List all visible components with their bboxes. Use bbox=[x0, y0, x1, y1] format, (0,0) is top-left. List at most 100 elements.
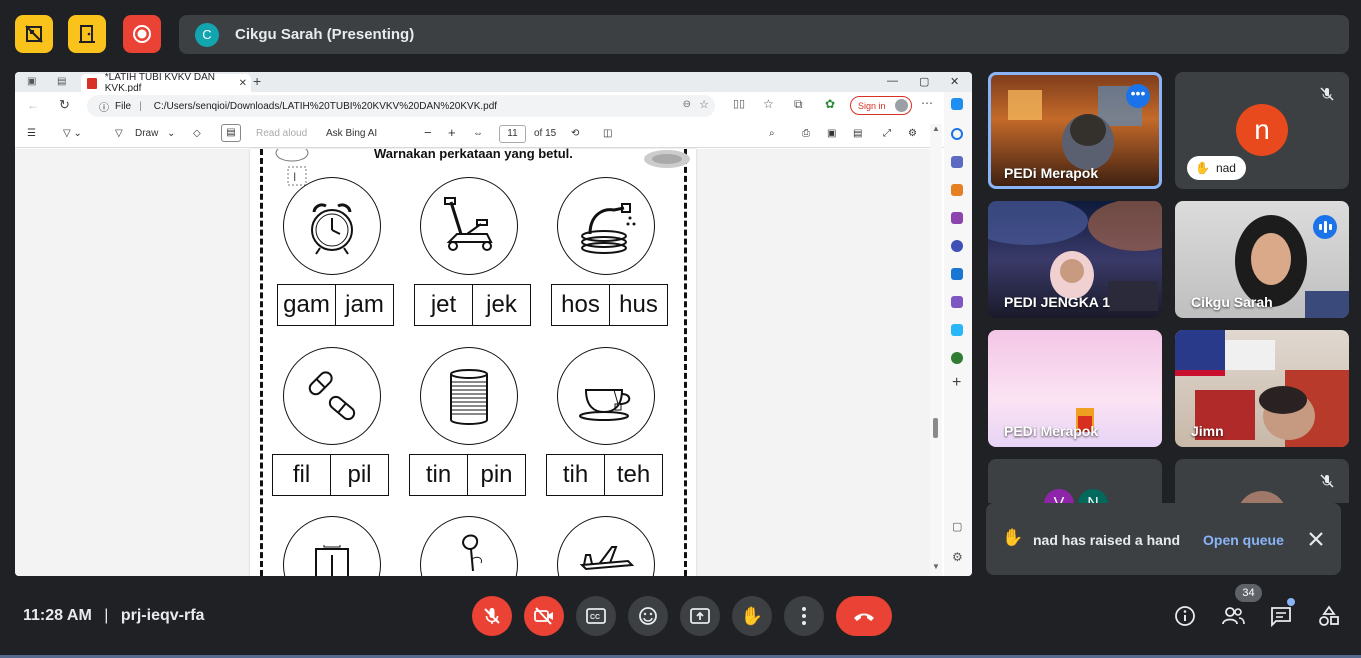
captions-button[interactable]: CC bbox=[576, 596, 616, 636]
read-aloud-button[interactable]: Read aloud bbox=[256, 128, 307, 139]
zoom-icon[interactable]: ⊖ bbox=[683, 99, 691, 110]
chess-icon[interactable] bbox=[951, 212, 963, 224]
pdf-scrollbar[interactable]: ▲ ▼ bbox=[930, 124, 942, 576]
new-tab-icon[interactable]: + bbox=[253, 73, 261, 89]
activities-button[interactable] bbox=[1315, 602, 1343, 630]
more-options-button[interactable] bbox=[784, 596, 824, 636]
zoom-in-button[interactable]: + bbox=[448, 125, 456, 140]
leave-room-button[interactable] bbox=[68, 15, 106, 53]
word-choice[interactable]: tin bbox=[410, 455, 468, 495]
word-choice[interactable]: fil bbox=[273, 455, 331, 495]
recording-button[interactable] bbox=[123, 15, 161, 53]
camera-toggle-button[interactable] bbox=[524, 596, 564, 636]
no-presentation-button[interactable] bbox=[15, 15, 53, 53]
word-choice[interactable]: jek bbox=[473, 285, 530, 325]
collections-icon[interactable]: ⧉ bbox=[794, 97, 803, 112]
reader-icon[interactable]: ▯▯ bbox=[733, 97, 745, 110]
open-queue-button[interactable]: Open queue bbox=[1203, 532, 1284, 548]
scroll-up-icon[interactable]: ▲ bbox=[932, 124, 940, 133]
send-icon[interactable] bbox=[951, 324, 963, 336]
workspaces-icon[interactable]: ▣ bbox=[27, 76, 36, 87]
present-button[interactable] bbox=[680, 596, 720, 636]
designer-icon[interactable] bbox=[951, 296, 963, 308]
word-choice[interactable]: hus bbox=[610, 285, 667, 325]
meeting-details-button[interactable] bbox=[1171, 602, 1199, 630]
fullscreen-icon[interactable]: ⤢ bbox=[883, 128, 891, 139]
sidebar-settings-icon[interactable]: ⚙ bbox=[952, 550, 963, 564]
page-number-input[interactable]: 11 bbox=[499, 125, 526, 143]
extension-icon[interactable]: ✿ bbox=[825, 97, 835, 111]
view-mode-icon[interactable]: ▤ bbox=[221, 124, 241, 142]
participant-tile[interactable]: PEDi Merapok bbox=[988, 330, 1162, 447]
sidebar-layout-icon[interactable]: ▢ bbox=[952, 520, 962, 533]
zoom-out-button[interactable]: − bbox=[424, 125, 432, 140]
word-choice[interactable]: gam bbox=[278, 285, 336, 325]
word-choice[interactable]: jam bbox=[336, 285, 393, 325]
tag-icon[interactable] bbox=[951, 156, 963, 168]
maximize-icon[interactable]: ▢ bbox=[919, 75, 929, 88]
save-as-icon[interactable]: ▤ bbox=[853, 128, 862, 139]
participant-tile[interactable]: PEDI JENGKA 1 bbox=[988, 201, 1162, 318]
tab-actions-icon[interactable]: ▤ bbox=[57, 76, 66, 87]
participant-tile[interactable]: Cikgu Sarah bbox=[1175, 201, 1349, 318]
rotate-icon[interactable]: ⟲ bbox=[571, 128, 579, 139]
fit-page-icon[interactable]: ⇔ bbox=[473, 128, 483, 139]
highlight-icon[interactable]: ▽ ⌄ bbox=[63, 128, 82, 139]
scrollbar-thumb[interactable] bbox=[933, 418, 938, 438]
word-choice[interactable]: tih bbox=[547, 455, 605, 495]
address-bar[interactable]: ⓘ File | C:/Users/senqioi/Downloads/LATI… bbox=[87, 95, 715, 117]
chat-button[interactable] bbox=[1267, 598, 1295, 630]
refresh-icon[interactable]: ↻ bbox=[59, 97, 70, 113]
tab-close-icon[interactable]: ✕ bbox=[239, 78, 247, 89]
word-choice[interactable]: pil bbox=[331, 455, 388, 495]
ask-bing-button[interactable]: Ask Bing AI bbox=[326, 128, 377, 139]
leave-call-button[interactable] bbox=[836, 596, 892, 636]
participant-tile[interactable]: Jimn bbox=[1175, 330, 1349, 447]
word-choice[interactable]: pin bbox=[468, 455, 525, 495]
sidebar-search-icon[interactable] bbox=[951, 128, 963, 140]
mic-toggle-button[interactable] bbox=[472, 596, 512, 636]
draw-icon[interactable]: ▽ bbox=[115, 128, 123, 139]
tree-icon[interactable] bbox=[951, 352, 963, 364]
word-choice-box[interactable]: tin pin bbox=[409, 454, 526, 496]
word-choice-box[interactable]: gam jam bbox=[277, 284, 394, 326]
participant-tile[interactable]: ••• PEDi Merapok bbox=[988, 72, 1162, 189]
reactions-button[interactable] bbox=[628, 596, 668, 636]
word-choice[interactable]: jet bbox=[415, 285, 473, 325]
minimize-icon[interactable]: — bbox=[887, 75, 898, 87]
more-options-icon[interactable]: ••• bbox=[1126, 84, 1150, 108]
browser-tab-pdf[interactable]: *LATIH TUBI KVKV DAN KVK.pdf ✕ bbox=[81, 72, 251, 94]
word-choice-box[interactable]: hos hus bbox=[551, 284, 668, 326]
more-menu-icon[interactable]: ⋯ bbox=[921, 96, 933, 110]
word-choice[interactable]: hos bbox=[552, 285, 610, 325]
favorites-icon[interactable]: ☆ bbox=[763, 97, 774, 111]
word-choice-box[interactable]: fil pil bbox=[272, 454, 389, 496]
copilot-icon[interactable] bbox=[951, 98, 963, 110]
word-choice-box[interactable]: jet jek bbox=[414, 284, 531, 326]
draw-button[interactable]: Draw bbox=[135, 128, 158, 139]
contents-icon[interactable]: ☰ bbox=[27, 128, 36, 139]
page-view-icon[interactable]: ◫ bbox=[603, 128, 612, 139]
people-button[interactable] bbox=[1219, 602, 1247, 630]
close-icon[interactable] bbox=[1308, 531, 1324, 547]
save-icon[interactable]: ▣ bbox=[827, 128, 836, 139]
window-close-icon[interactable]: ✕ bbox=[950, 75, 959, 88]
participant-tile[interactable] bbox=[1175, 459, 1349, 503]
favorite-star-icon[interactable]: ☆ bbox=[699, 98, 709, 111]
sign-in-button[interactable]: Sign in bbox=[850, 96, 912, 115]
erase-icon[interactable]: ◇ bbox=[193, 128, 201, 139]
outlook-icon[interactable] bbox=[951, 268, 963, 280]
participant-tile[interactable]: V N bbox=[988, 459, 1162, 503]
pdf-viewer[interactable]: I Warnakan perkataan yang betul. gam jam… bbox=[15, 146, 930, 576]
search-icon[interactable]: ⌕ bbox=[769, 128, 775, 139]
back-icon[interactable]: ← bbox=[27, 98, 39, 112]
settings-gear-icon[interactable]: ⚙ bbox=[908, 128, 917, 139]
participant-tile[interactable]: n ✋ nad bbox=[1175, 72, 1349, 189]
add-sidebar-icon[interactable]: + bbox=[952, 374, 961, 392]
m365-icon[interactable] bbox=[951, 240, 963, 252]
tools-icon[interactable] bbox=[951, 184, 963, 196]
raise-hand-button[interactable]: ✋ bbox=[732, 596, 772, 636]
word-choice-box[interactable]: tih teh bbox=[546, 454, 663, 496]
scroll-down-icon[interactable]: ▼ bbox=[932, 562, 940, 571]
draw-dropdown-icon[interactable]: ⌄ bbox=[167, 128, 175, 139]
